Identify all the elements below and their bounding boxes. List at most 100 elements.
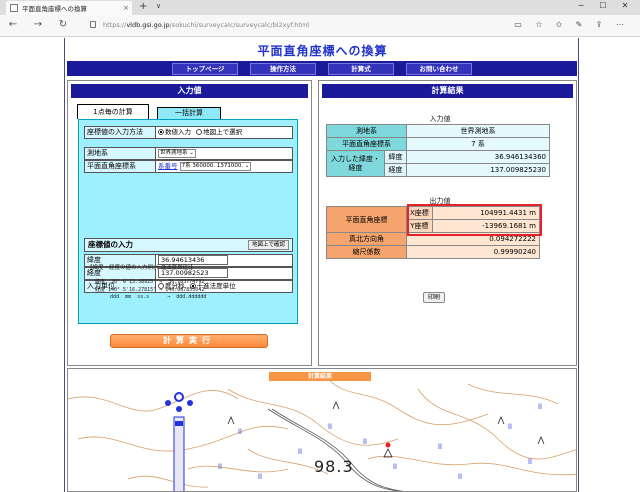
- example-line-lat: 緯度 36° 6'13.58925" → 36.103774792: [95, 279, 205, 285]
- more-icon[interactable]: ⋯: [614, 20, 626, 29]
- input-panel-header: 入力値: [71, 84, 308, 98]
- result-panel-header: 計算結果: [322, 84, 573, 98]
- map-confirm-button[interactable]: 地図上で確認: [247, 240, 289, 250]
- coord-section-header: 座標値の入力 地図上で確認: [84, 238, 293, 252]
- result-entered-label: 入力した緯度・経度: [326, 150, 385, 177]
- datum-row: 測地系 世界測地系 ⌄: [84, 147, 293, 160]
- minimize-icon[interactable]: ─: [574, 1, 588, 10]
- pen-icon[interactable]: ✎: [573, 20, 585, 29]
- result-map[interactable]: ll ll ll ll ll ll ll ll ll ll ll ll 計算結果…: [67, 368, 577, 492]
- share-icon[interactable]: ⇪: [593, 20, 605, 29]
- radio-map-label: 地図上で選択: [203, 128, 243, 136]
- radio-numeric-label: 数値入力: [165, 128, 191, 136]
- lock-icon: [90, 21, 96, 28]
- calculate-button[interactable]: 計算実行: [110, 334, 268, 348]
- result-lon-value: 137.009825230: [406, 163, 550, 177]
- zone-row: 平面直角座標系 系番号 7系 360000. 1371000. ⌄: [84, 160, 293, 173]
- browser-tab-title: 平面直角座標への換算: [22, 5, 87, 13]
- method-options: 数値入力 地図上で選択: [156, 126, 293, 139]
- main-menu: トップページ 操作方法 計算式 お問い合わせ: [67, 61, 577, 76]
- result-scale-label: 縮尺係数: [326, 245, 407, 259]
- menu-contact[interactable]: お問い合わせ: [406, 62, 472, 75]
- close-window-icon[interactable]: ✕: [618, 1, 632, 10]
- svg-text:ll: ll: [538, 403, 542, 411]
- roads: [267, 408, 404, 491]
- svg-text:ll: ll: [458, 473, 462, 481]
- map-symbols: ll ll ll ll ll ll ll ll ll ll ll ll: [218, 403, 542, 481]
- zone-number-link[interactable]: 系番号: [158, 162, 178, 170]
- browser-tab[interactable]: 平面直角座標への換算 ×: [6, 1, 132, 15]
- favorite-star-icon[interactable]: ☆: [533, 20, 545, 29]
- tab-list-chevron-icon[interactable]: ∨: [156, 2, 161, 10]
- page-favicon-icon: [10, 4, 18, 12]
- xy-highlight-box: [407, 204, 542, 236]
- result-lon-label: 経度: [384, 163, 407, 177]
- method-row: 座標値の入力方法 数値入力 地図上で選択: [84, 126, 293, 139]
- result-lat-value: 36.946134360: [406, 150, 550, 164]
- svg-text:ll: ll: [218, 463, 222, 471]
- calc-mode-tabs: 1点毎の計算 一括計算: [77, 104, 247, 119]
- forward-icon[interactable]: →: [31, 19, 45, 30]
- radio-numeric-input[interactable]: [158, 129, 164, 135]
- back-icon[interactable]: ←: [6, 19, 20, 30]
- zone-field: 系番号 7系 360000. 1371000. ⌄: [156, 160, 293, 173]
- svg-text:ll: ll: [238, 428, 242, 436]
- result-input-caption: 入力値: [429, 115, 451, 123]
- favorites-list-icon[interactable]: ✩: [553, 20, 565, 29]
- tab-single-point[interactable]: 1点毎の計算: [77, 104, 149, 119]
- svg-text:ll: ll: [298, 448, 302, 456]
- map-zoom-control: [165, 392, 193, 491]
- svg-text:ll: ll: [508, 423, 512, 431]
- tab-batch[interactable]: 一括計算: [157, 107, 221, 119]
- new-tab-icon[interactable]: +: [139, 1, 147, 12]
- result-zone-value: 7 系: [406, 137, 550, 151]
- reload-icon[interactable]: ↻: [56, 19, 70, 30]
- coord-section-title: 座標値の入力: [88, 240, 133, 249]
- method-label: 座標値の入力方法: [84, 126, 156, 139]
- result-input-table: 測地系 世界測地系 平面直角座標系 7 系 入力した緯度・経度 緯度 36.94…: [326, 124, 550, 177]
- result-meridian-label: 真北方向角: [326, 232, 407, 246]
- browser-tab-strip: 平面直角座標への換算 × + ∨ ─ ☐ ✕: [0, 0, 640, 15]
- menu-how-to[interactable]: 操作方法: [250, 62, 316, 75]
- svg-text:ll: ll: [258, 473, 262, 481]
- example-line-lon: 経度 140° 5'16.27815" → 140.087855042: [95, 287, 205, 293]
- url-path: /sokuchi/surveycalc/surveycalc/bl2xyf.ht…: [169, 21, 310, 29]
- table-row: 入力した緯度・経度 緯度 36.946134360: [326, 150, 550, 177]
- browser-nav-bar: ← → ↻ https://vldb.gsi.go.jp/sokuchi/sur…: [0, 15, 640, 37]
- reading-view-icon[interactable]: ▭: [512, 20, 524, 29]
- print-button[interactable]: 印刷: [423, 292, 446, 303]
- datum-label: 測地系: [84, 147, 156, 160]
- svg-text:ll: ll: [328, 423, 332, 431]
- menu-formula[interactable]: 計算式: [328, 62, 394, 75]
- svg-text:ll: ll: [528, 458, 532, 466]
- page-frame: 平面直角座標への換算 トップページ 操作方法 計算式 お問い合わせ 入力値 1点…: [64, 38, 579, 492]
- result-datum-label: 測地系: [326, 124, 407, 138]
- zone-label: 平面直角座標系: [84, 160, 156, 173]
- datum-field: 世界測地系 ⌄: [156, 147, 293, 160]
- page-title: 平面直角座標への換算: [257, 44, 388, 58]
- map-result-tab: 計算結果: [269, 372, 371, 381]
- close-tab-icon[interactable]: ×: [120, 4, 132, 12]
- result-scale-value: 0.99990240: [406, 245, 540, 259]
- table-row: 平面直角座標系 7 系: [326, 137, 550, 151]
- maximize-icon[interactable]: ☐: [596, 1, 610, 10]
- example-title: 【緯度・経度の値の入力例(十進法度単位)】: [87, 265, 196, 271]
- zone-select[interactable]: 7系 360000. 1371000. ⌄: [179, 162, 252, 171]
- table-row: 縮尺係数 0.99990240: [326, 245, 540, 259]
- address-bar[interactable]: https://vldb.gsi.go.jp/sokuchi/surveycal…: [103, 21, 309, 29]
- result-zone-label: 平面直角座標系: [326, 137, 407, 151]
- radio-map-select[interactable]: [196, 129, 203, 135]
- result-xy-label: 平面直角座標: [326, 206, 407, 233]
- map-marker: [383, 442, 393, 458]
- svg-text:ll: ll: [438, 443, 442, 451]
- datum-select[interactable]: 世界測地系 ⌄: [158, 149, 196, 158]
- table-row: 測地系 世界測地系: [326, 124, 550, 138]
- svg-text:ll: ll: [393, 463, 397, 471]
- url-prefix: https://: [103, 21, 127, 29]
- example-line-format: ddd mm ss.s → ddd.dddddd: [95, 294, 207, 300]
- menu-top-page[interactable]: トップページ: [172, 62, 238, 75]
- result-datum-value: 世界測地系: [406, 124, 550, 138]
- result-lat-label: 緯度: [384, 150, 407, 164]
- elevation-label: 98.3: [314, 457, 354, 476]
- svg-text:ll: ll: [363, 438, 367, 446]
